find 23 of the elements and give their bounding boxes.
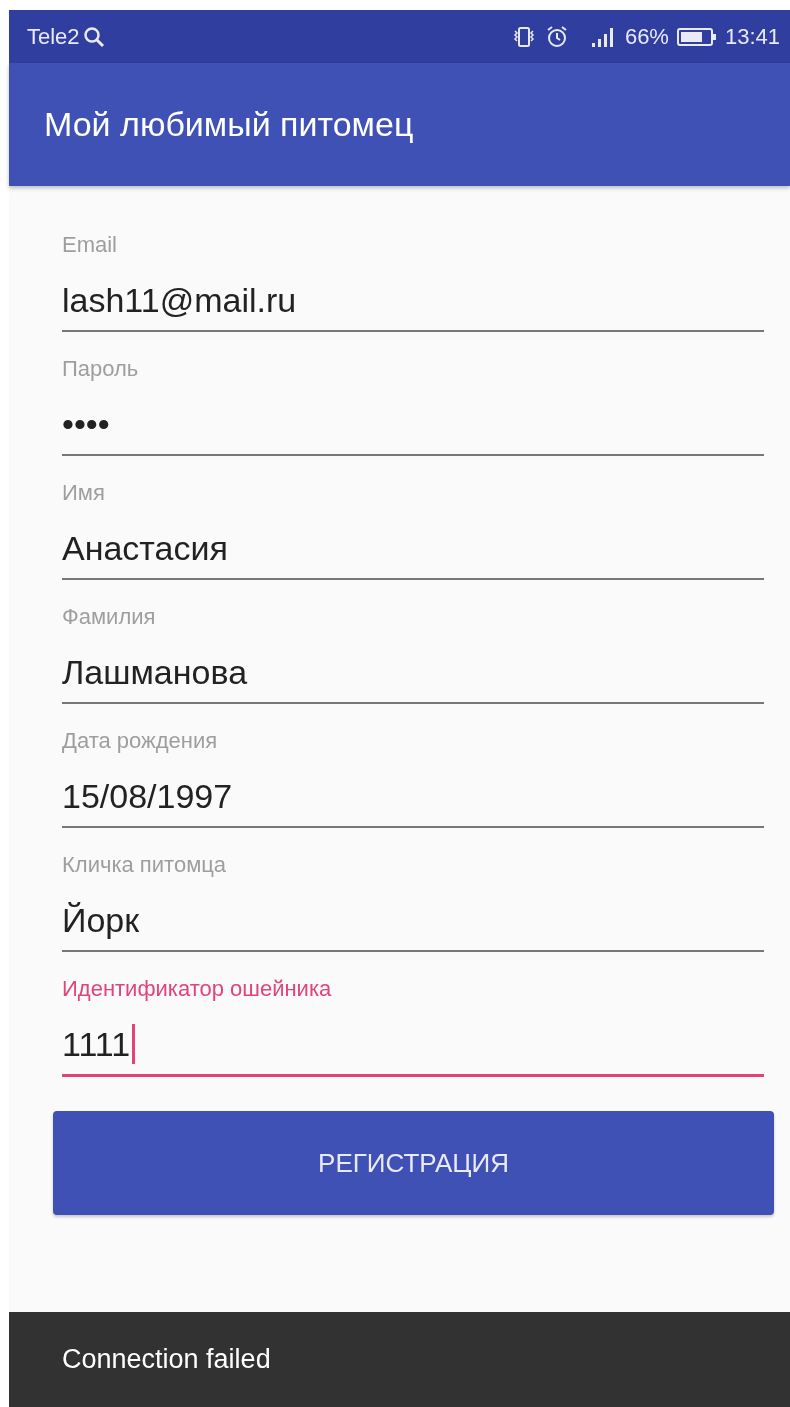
input-field[interactable]: lash11@mail.ru <box>62 278 764 332</box>
clock-time: 13:41 <box>724 23 780 50</box>
field-label: Дата рождения <box>62 727 219 755</box>
input-field[interactable]: Лашманова <box>62 650 764 704</box>
battery-icon <box>676 26 717 47</box>
input-field[interactable]: Йорк <box>62 898 764 952</box>
input-field[interactable]: 1111 <box>62 1022 764 1077</box>
register-button[interactable]: РЕГИСТРАЦИЯ <box>53 1111 774 1215</box>
carrier-name: Tele2 <box>27 23 80 50</box>
app-title: Мой любимый питомец <box>44 105 414 144</box>
battery-percent: 66% <box>624 23 669 50</box>
input-field[interactable]: •••• <box>62 402 764 456</box>
field-label: Email <box>62 231 118 259</box>
text-cursor <box>132 1024 136 1064</box>
input-field[interactable]: 15/08/1997 <box>62 774 764 828</box>
input-field[interactable]: Анастасия <box>62 526 764 580</box>
snackbar-message: Connection failed <box>62 1344 271 1375</box>
field-label: Идентификатор ошейника <box>62 975 333 1003</box>
field-label: Имя <box>62 479 106 507</box>
search-icon <box>82 25 105 48</box>
field-label: Пароль <box>62 355 140 383</box>
field-label: Кличка питомца <box>62 851 228 879</box>
field-label: Фамилия <box>62 603 157 631</box>
